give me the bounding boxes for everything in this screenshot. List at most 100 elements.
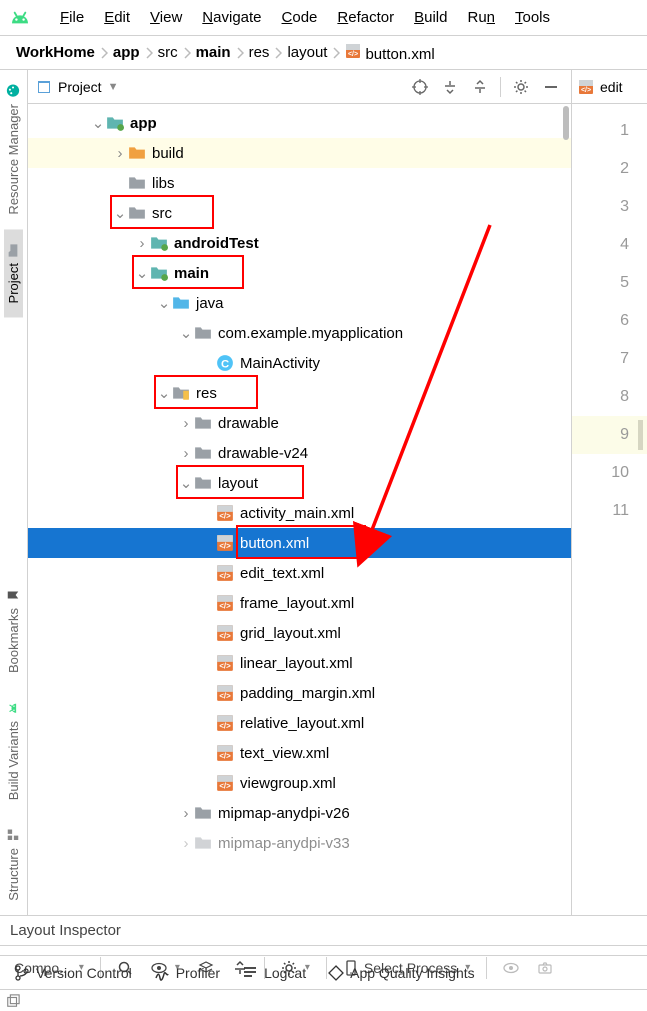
tree-row[interactable]: ⌄layout xyxy=(28,468,571,498)
tab-resource-manager[interactable]: Resource Manager xyxy=(4,70,23,229)
layout-inspector-bar[interactable]: Layout Inspector xyxy=(0,915,647,945)
tree-row[interactable]: grid_layout.xml xyxy=(28,618,571,648)
select-opened-button[interactable] xyxy=(408,75,432,99)
android-logo-icon xyxy=(8,6,32,30)
line-number: 4 xyxy=(572,226,647,264)
breadcrumb-item[interactable]: WorkHome xyxy=(12,44,99,61)
project-tree[interactable]: ⌄app›build libs ⌄src›androidTest⌄main⌄java… xyxy=(28,104,571,915)
tree-row[interactable]: ›build xyxy=(28,138,571,168)
file-icon xyxy=(128,174,146,192)
profiler-tab[interactable]: Profiler xyxy=(154,965,220,981)
breadcrumb-item[interactable]: src xyxy=(154,44,182,61)
tree-row[interactable]: viewgroup.xml xyxy=(28,768,571,798)
menu-navigate[interactable]: Navigate xyxy=(192,5,271,30)
tree-row[interactable]: ⌄app xyxy=(28,108,571,138)
menu-tools[interactable]: Tools xyxy=(505,5,560,30)
tree-row[interactable]: MainActivity xyxy=(28,348,571,378)
tree-row[interactable]: ›drawable xyxy=(28,408,571,438)
breadcrumb-item[interactable]: button.xml xyxy=(341,43,438,63)
menu-run[interactable]: Run xyxy=(457,5,505,30)
file-icon xyxy=(194,834,212,852)
menu-refactor[interactable]: Refactor xyxy=(327,5,404,30)
tree-row[interactable]: ⌄main xyxy=(28,258,571,288)
tree-item-label: drawable-v24 xyxy=(218,445,308,462)
line-number: 7 xyxy=(572,340,647,378)
tree-item-label: grid_layout.xml xyxy=(240,625,341,642)
tree-row[interactable]: ⌄src xyxy=(28,198,571,228)
settings-button[interactable] xyxy=(509,75,533,99)
breadcrumb-item[interactable]: app xyxy=(109,44,144,61)
breadcrumb-item[interactable]: main xyxy=(192,44,235,61)
breadcrumb-item[interactable]: layout xyxy=(283,44,331,61)
logcat-tab[interactable]: Logcat xyxy=(242,965,306,981)
tab-project[interactable]: Project xyxy=(4,229,23,317)
tree-row[interactable]: text_view.xml xyxy=(28,738,571,768)
collapse-all-button[interactable] xyxy=(468,75,492,99)
file-icon xyxy=(216,354,234,372)
tree-row[interactable]: ⌄java xyxy=(28,288,571,318)
line-number: 1 xyxy=(572,112,647,150)
version-control-tab[interactable]: Version Control xyxy=(14,965,132,981)
left-tool-strip: Resource Manager Project Bookmarks Build… xyxy=(0,70,28,915)
file-icon xyxy=(172,384,190,402)
tree-item-label: viewgroup.xml xyxy=(240,775,336,792)
breadcrumb-item[interactable]: res xyxy=(245,44,274,61)
hide-button[interactable] xyxy=(539,75,563,99)
file-icon xyxy=(216,534,234,552)
file-icon xyxy=(216,654,234,672)
app-quality-tab[interactable]: App Quality Insights xyxy=(328,965,475,981)
status-bar xyxy=(0,989,647,1011)
menu-view[interactable]: View xyxy=(140,5,192,30)
line-number: 6 xyxy=(572,302,647,340)
menu-code[interactable]: Code xyxy=(272,5,328,30)
editor-tab[interactable]: edit xyxy=(572,70,647,104)
tab-structure[interactable]: Structure xyxy=(4,814,23,915)
status-icon[interactable] xyxy=(6,994,20,1008)
tree-item-label: activity_main.xml xyxy=(240,505,354,522)
tree-row[interactable]: ⌄com.example.myapplication xyxy=(28,318,571,348)
tree-row[interactable]: linear_layout.xml xyxy=(28,648,571,678)
file-icon xyxy=(216,624,234,642)
file-icon xyxy=(216,594,234,612)
breadcrumb-sep xyxy=(99,47,109,59)
tree-row[interactable]: ›mipmap-anydpi-v33 xyxy=(28,828,571,858)
tree-row[interactable]: relative_layout.xml xyxy=(28,708,571,738)
tree-item-label: MainActivity xyxy=(240,355,320,372)
tree-item-label: app xyxy=(130,115,157,132)
tree-row[interactable]: button.xml xyxy=(28,528,571,558)
tree-item-label: java xyxy=(196,295,224,312)
file-icon xyxy=(194,414,212,432)
tree-row[interactable]: ›androidTest xyxy=(28,228,571,258)
tree-row[interactable]: ›drawable-v24 xyxy=(28,438,571,468)
tree-row[interactable]: padding_margin.xml xyxy=(28,678,571,708)
tree-item-label: build xyxy=(152,145,184,162)
line-number: 5 xyxy=(572,264,647,302)
file-icon xyxy=(216,504,234,522)
tree-row[interactable]: libs xyxy=(28,168,571,198)
expand-all-button[interactable] xyxy=(438,75,462,99)
tree-row[interactable]: activity_main.xml xyxy=(28,498,571,528)
tab-build-variants[interactable]: Build Variants xyxy=(4,687,23,814)
file-icon xyxy=(216,774,234,792)
breadcrumb-sep xyxy=(144,47,154,59)
tree-row[interactable]: ›mipmap-anydpi-v26 xyxy=(28,798,571,828)
file-icon xyxy=(216,744,234,762)
tree-row[interactable]: ⌄res xyxy=(28,378,571,408)
dropdown-icon[interactable]: ▼ xyxy=(108,81,119,93)
tree-scrollbar[interactable] xyxy=(563,106,569,140)
tree-item-label: layout xyxy=(218,475,258,492)
menu-file[interactable]: File xyxy=(50,5,94,30)
project-panel-header: Project ▼ xyxy=(28,70,571,104)
tree-item-label: libs xyxy=(152,175,175,192)
file-icon xyxy=(194,474,212,492)
file-icon xyxy=(106,114,124,132)
menu-edit[interactable]: Edit xyxy=(94,5,140,30)
menu-bar: File Edit View Navigate Code Refactor Bu… xyxy=(0,0,647,36)
tree-row[interactable]: edit_text.xml xyxy=(28,558,571,588)
tree-row[interactable]: frame_layout.xml xyxy=(28,588,571,618)
tree-item-label: linear_layout.xml xyxy=(240,655,353,672)
tree-item-label: padding_margin.xml xyxy=(240,685,375,702)
file-icon xyxy=(128,144,146,162)
tab-bookmarks[interactable]: Bookmarks xyxy=(4,574,23,687)
menu-build[interactable]: Build xyxy=(404,5,457,30)
